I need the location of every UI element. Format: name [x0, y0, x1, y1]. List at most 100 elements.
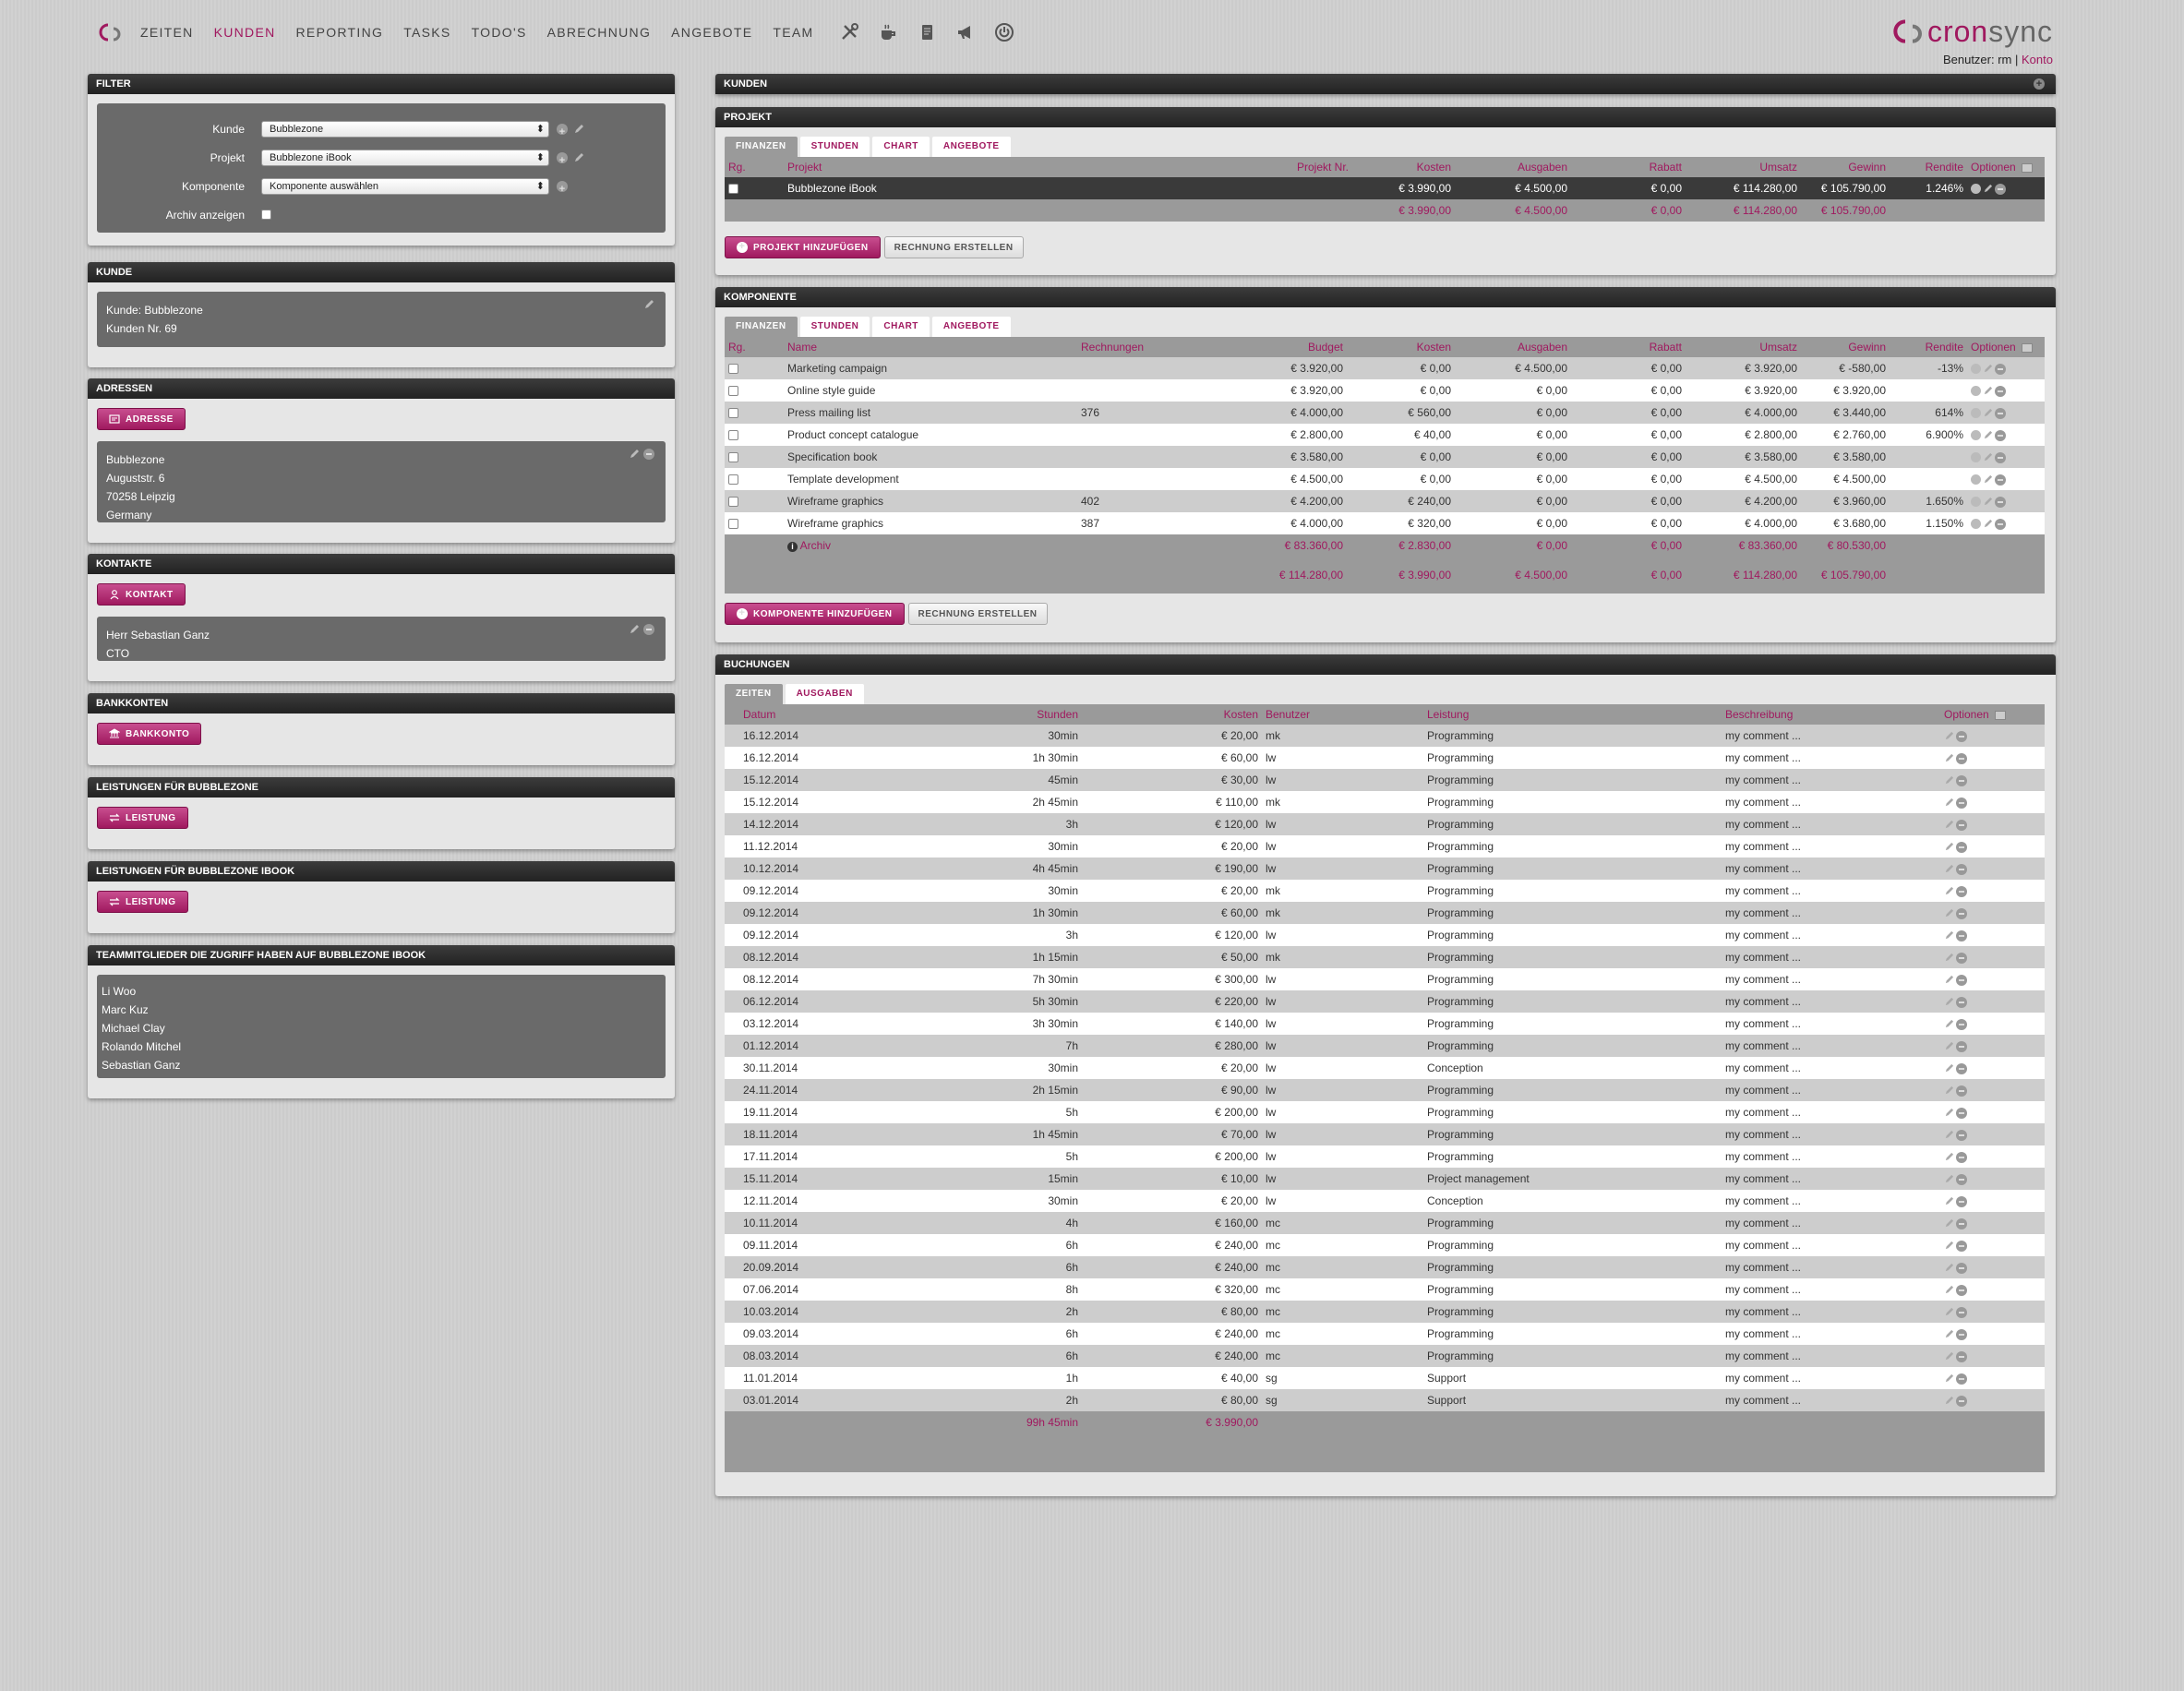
megaphone-icon[interactable] [955, 22, 976, 42]
edit-icon[interactable] [1944, 1307, 1954, 1317]
remove-icon[interactable] [1956, 1328, 1967, 1340]
remove-icon[interactable] [1956, 1395, 1967, 1407]
column-header[interactable]: Gewinn [1801, 157, 1890, 177]
column-header[interactable]: Name [784, 337, 1077, 357]
column-header[interactable]: Benutzer [1262, 704, 1423, 725]
column-header[interactable]: Ausgaben [1455, 337, 1571, 357]
table-row[interactable]: 12.11.2014 30min € 20,00 lw Conception my com… [725, 1190, 2045, 1212]
nav-item-abrechnung[interactable]: ABRECHNUNG [547, 22, 652, 42]
remove-icon[interactable] [1956, 1195, 1967, 1207]
remove-icon[interactable] [1956, 885, 1967, 897]
table-row[interactable]: Marketing campaign € 3.920,00 € 0,00 € 4.50… [725, 357, 2045, 379]
comment-icon[interactable] [1971, 452, 1981, 463]
edit-icon[interactable] [1944, 753, 1954, 763]
tab-stunden[interactable]: STUNDEN [799, 317, 870, 337]
remove-icon[interactable] [1956, 1129, 1967, 1141]
comment-icon[interactable] [1971, 364, 1981, 375]
edit-icon[interactable] [1944, 864, 1954, 874]
edit-icon[interactable] [1983, 497, 1993, 507]
remove-icon[interactable] [1995, 429, 2006, 441]
remove-icon[interactable] [1956, 1018, 1967, 1030]
remove-icon[interactable] [1995, 474, 2006, 486]
table-row[interactable]: 06.12.2014 5h 30min € 220,00 lw Programming m… [725, 990, 2045, 1013]
edit-icon[interactable] [1944, 975, 1954, 985]
kunde-select[interactable]: Bubblezone [261, 120, 549, 138]
remove-icon[interactable] [1956, 1173, 1967, 1185]
edit-icon[interactable] [1944, 886, 1954, 896]
edit-icon[interactable] [1944, 997, 1954, 1007]
edit-icon[interactable] [1944, 1373, 1954, 1384]
edit-icon[interactable] [1944, 1241, 1954, 1251]
comment-icon[interactable] [1971, 386, 1981, 397]
remove-icon[interactable] [1956, 863, 1967, 875]
table-row[interactable]: 16.12.2014 30min € 20,00 mk Programming my co… [725, 725, 2045, 747]
table-row[interactable]: 20.09.2014 6h € 240,00 mc Programming my comm… [725, 1256, 2045, 1278]
edit-icon[interactable] [1944, 1218, 1954, 1229]
edit-icon[interactable] [1983, 430, 1993, 440]
column-header[interactable]: Gewinn [1801, 337, 1890, 357]
row-checkbox[interactable] [728, 386, 738, 397]
edit-icon[interactable] [1944, 1019, 1954, 1029]
remove-kontakt-icon[interactable] [643, 624, 654, 635]
remove-icon[interactable] [1995, 407, 2006, 419]
table-row[interactable]: 19.11.2014 5h € 200,00 lw Programming my comm… [725, 1101, 2045, 1123]
table-row[interactable]: 10.03.2014 2h € 80,00 mc Programming my comme… [725, 1301, 2045, 1323]
table-row[interactable]: 24.11.2014 2h 15min € 90,00 lw Programming my… [725, 1079, 2045, 1101]
tab-finanzen[interactable]: FINANZEN [725, 137, 798, 157]
komponente-name[interactable]: Wireframe graphics [784, 512, 1077, 534]
komponente-select[interactable]: Komponente auswählen [261, 177, 549, 195]
remove-icon[interactable] [1956, 1284, 1967, 1296]
power-icon[interactable] [994, 22, 1014, 42]
table-row[interactable]: Product concept catalogue € 2.800,00 € 40,… [725, 424, 2045, 446]
table-row[interactable]: 11.01.2014 1h € 40,00 sg Support my comment .… [725, 1367, 2045, 1389]
table-row[interactable]: 09.11.2014 6h € 240,00 mc Programming my comm… [725, 1234, 2045, 1256]
edit-icon[interactable] [1944, 1152, 1954, 1162]
remove-icon[interactable] [1956, 730, 1967, 742]
remove-icon[interactable] [1956, 1217, 1967, 1229]
row-checkbox[interactable] [728, 408, 738, 419]
archiv-link[interactable]: Archiv [800, 539, 831, 552]
column-header[interactable]: Datum [725, 704, 1002, 725]
edit-icon[interactable] [1983, 519, 1993, 529]
table-row[interactable]: Press mailing list 376 € 4.000,00 € 560,00 €… [725, 402, 2045, 424]
table-row[interactable]: 09.12.2014 30min € 20,00 mk Programming my co… [725, 880, 2045, 902]
row-checkbox[interactable] [728, 497, 738, 508]
column-header[interactable]: Kosten [1347, 337, 1455, 357]
edit-icon[interactable] [1944, 1085, 1954, 1096]
column-header[interactable]: Rendite [1890, 337, 1967, 357]
table-row[interactable]: 03.12.2014 3h 30min € 140,00 lw Programming m… [725, 1013, 2045, 1035]
edit-icon[interactable] [1944, 842, 1954, 852]
remove-icon[interactable] [1956, 774, 1967, 786]
column-header[interactable]: Budget [1185, 337, 1347, 357]
komponente-name[interactable]: Specification book [784, 446, 1077, 468]
edit-projekt-icon[interactable] [573, 152, 584, 163]
edit-icon[interactable] [1983, 386, 1993, 396]
table-row[interactable]: Wireframe graphics 387 € 4.000,00 € 320,00 €… [725, 512, 2045, 534]
projekt-name[interactable]: Bubblezone iBook [784, 177, 1005, 199]
document-icon[interactable] [917, 22, 937, 42]
komponente-name[interactable]: Online style guide [784, 379, 1077, 402]
edit-icon[interactable] [1944, 1396, 1954, 1406]
nav-item-kunden[interactable]: KUNDEN [214, 22, 276, 42]
row-checkbox[interactable] [728, 184, 738, 195]
add-komponente-button[interactable]: KOMPONENTE HINZUFÜGEN [725, 603, 905, 625]
edit-icon[interactable] [1944, 798, 1954, 808]
table-row[interactable]: 08.12.2014 1h 15min € 50,00 mk Programming my… [725, 946, 2045, 968]
nav-item-tasks[interactable]: TASKS [403, 22, 450, 42]
nav-item-team[interactable]: TEAM [773, 22, 813, 42]
remove-icon[interactable] [1956, 1350, 1967, 1362]
remove-icon[interactable] [1956, 1062, 1967, 1074]
column-header[interactable]: Leistung [1423, 704, 1722, 725]
comment-icon[interactable] [1971, 474, 1981, 486]
column-header[interactable]: Umsatz [1686, 337, 1801, 357]
remove-icon[interactable] [1956, 974, 1967, 986]
remove-icon[interactable] [1956, 797, 1967, 809]
tab-ausgaben[interactable]: AUSGABEN [785, 684, 864, 704]
table-row[interactable]: 07.06.2014 8h € 320,00 mc Programming my comm… [725, 1278, 2045, 1301]
edit-icon[interactable] [1944, 1196, 1954, 1206]
coffee-icon[interactable] [878, 22, 898, 42]
table-row[interactable]: 14.12.2014 3h € 120,00 lw Programming my comm… [725, 813, 2045, 835]
account-link[interactable]: Konto [2022, 53, 2053, 66]
edit-kunde-icon[interactable] [643, 299, 654, 310]
row-checkbox[interactable] [728, 364, 738, 375]
